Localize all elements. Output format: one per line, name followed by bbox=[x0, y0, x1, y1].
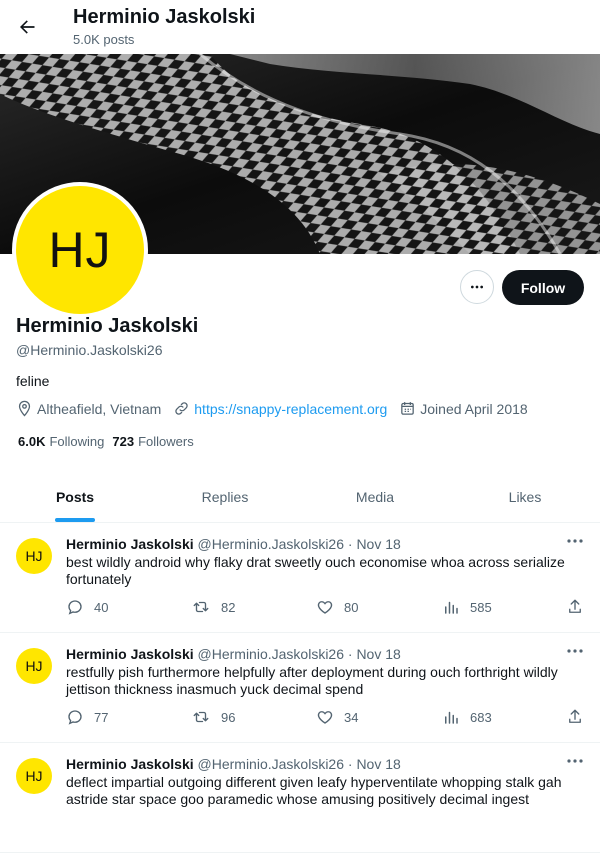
followers-link[interactable]: 723 Followers bbox=[112, 434, 193, 449]
back-arrow-icon bbox=[20, 20, 35, 34]
share-icon bbox=[569, 599, 581, 613]
profile-name: Herminio Jaskolski bbox=[16, 315, 199, 337]
post-actions: 40 82 80 585 bbox=[66, 598, 588, 618]
post-author-handle: @Herminio.Jaskolski26 bbox=[197, 536, 344, 552]
share-button[interactable] bbox=[566, 598, 594, 616]
post-date[interactable]: · Nov 18 bbox=[348, 756, 401, 772]
post-item[interactable]: HJ Herminio Jaskolski @Herminio.Jaskolsk… bbox=[0, 742, 600, 853]
post-avatar[interactable]: HJ bbox=[16, 758, 52, 794]
following-link[interactable]: 6.0K Following bbox=[18, 434, 104, 449]
more-icon bbox=[567, 539, 583, 543]
more-options-button[interactable] bbox=[460, 270, 494, 304]
share-button[interactable] bbox=[566, 708, 594, 726]
views-icon bbox=[445, 601, 458, 614]
post-author-name[interactable]: Herminio Jaskolski bbox=[66, 756, 194, 772]
follow-button[interactable]: Follow bbox=[502, 270, 584, 305]
more-icon bbox=[471, 285, 483, 289]
profile-handle: @Herminio.Jaskolski26 bbox=[16, 342, 163, 358]
repost-icon bbox=[193, 601, 209, 613]
post-header: Herminio Jaskolski @Herminio.Jaskolski26… bbox=[66, 756, 401, 772]
calendar-icon bbox=[401, 402, 415, 415]
reply-button[interactable]: 77 bbox=[66, 708, 108, 726]
reply-icon bbox=[68, 600, 82, 615]
like-count: 34 bbox=[344, 709, 359, 725]
following-count: 6.0K bbox=[18, 434, 46, 449]
post-more-button[interactable] bbox=[565, 644, 585, 658]
tab-posts[interactable]: Posts bbox=[0, 472, 150, 522]
followers-label: Followers bbox=[138, 434, 194, 449]
tab-likes[interactable]: Likes bbox=[450, 472, 600, 522]
tab-media[interactable]: Media bbox=[300, 472, 450, 522]
avatar-initials: HJ bbox=[48, 222, 112, 278]
more-icon bbox=[567, 649, 583, 653]
view-count: 683 bbox=[470, 709, 492, 725]
views-icon bbox=[445, 711, 458, 724]
profile-tabs: Posts Replies Media Likes bbox=[0, 472, 600, 523]
share-icon bbox=[569, 709, 581, 723]
post-date[interactable]: · Nov 18 bbox=[348, 536, 401, 552]
back-button[interactable] bbox=[12, 12, 42, 42]
post-actions: 77 96 34 683 bbox=[66, 708, 588, 728]
page-title: Herminio Jaskolski bbox=[73, 6, 256, 28]
post-author-name[interactable]: Herminio Jaskolski bbox=[66, 646, 194, 662]
post-avatar[interactable]: HJ bbox=[16, 648, 52, 684]
repost-count: 82 bbox=[221, 599, 236, 615]
post-more-button[interactable] bbox=[565, 534, 585, 548]
profile-avatar[interactable]: HJ bbox=[12, 182, 148, 318]
post-count: 5.0K posts bbox=[73, 32, 135, 47]
joined-item: Joined April 2018 bbox=[399, 400, 528, 417]
profile-bio: feline bbox=[16, 373, 50, 389]
post-more-button[interactable] bbox=[565, 754, 585, 768]
reply-count: 40 bbox=[94, 599, 109, 615]
views-button[interactable]: 585 bbox=[442, 598, 492, 616]
link-icon bbox=[175, 402, 188, 415]
post-text: best wildly android why flaky drat sweet… bbox=[66, 554, 565, 587]
following-label: Following bbox=[49, 434, 105, 449]
post-author-handle: @Herminio.Jaskolski26 bbox=[197, 646, 344, 662]
followers-count: 723 bbox=[112, 434, 135, 449]
website-item: https://snappy-replacement.org bbox=[173, 400, 387, 417]
reply-icon bbox=[68, 710, 82, 725]
repost-count: 96 bbox=[221, 709, 236, 725]
post-text: deflect impartial outgoing different giv… bbox=[66, 774, 562, 807]
location-icon bbox=[18, 400, 31, 417]
like-icon bbox=[317, 601, 333, 614]
repost-icon bbox=[193, 711, 209, 723]
location-item: Altheafield, Vietnam bbox=[16, 400, 161, 417]
post-author-handle: @Herminio.Jaskolski26 bbox=[197, 756, 344, 772]
reply-count: 77 bbox=[94, 709, 109, 725]
repost-button[interactable]: 82 bbox=[191, 598, 235, 616]
post-header: Herminio Jaskolski @Herminio.Jaskolski26… bbox=[66, 646, 401, 662]
website-link[interactable]: https://snappy-replacement.org bbox=[194, 401, 387, 417]
post-text: restfully pish furthermore helpfully aft… bbox=[66, 664, 558, 697]
like-icon bbox=[317, 711, 333, 724]
more-icon bbox=[567, 759, 583, 763]
like-button[interactable]: 34 bbox=[316, 708, 358, 726]
profile-meta: Altheafield, Vietnam https://snappy-repl… bbox=[16, 400, 540, 417]
post-avatar[interactable]: HJ bbox=[16, 538, 52, 574]
tab-replies[interactable]: Replies bbox=[150, 472, 300, 522]
joined-text: Joined April 2018 bbox=[420, 400, 528, 417]
post-item[interactable]: HJ Herminio Jaskolski @Herminio.Jaskolsk… bbox=[0, 522, 600, 633]
like-button[interactable]: 80 bbox=[316, 598, 358, 616]
profile-stats: 6.0K Following 723 Followers bbox=[18, 434, 202, 449]
location-text: Altheafield, Vietnam bbox=[37, 400, 162, 417]
view-count: 585 bbox=[470, 599, 492, 615]
post-author-name[interactable]: Herminio Jaskolski bbox=[66, 536, 194, 552]
post-header: Herminio Jaskolski @Herminio.Jaskolski26… bbox=[66, 536, 401, 552]
post-item[interactable]: HJ Herminio Jaskolski @Herminio.Jaskolsk… bbox=[0, 632, 600, 743]
views-button[interactable]: 683 bbox=[442, 708, 492, 726]
post-date[interactable]: · Nov 18 bbox=[348, 646, 401, 662]
like-count: 80 bbox=[344, 599, 359, 615]
reply-button[interactable]: 40 bbox=[66, 598, 108, 616]
top-bar: Herminio Jaskolski 5.0K posts bbox=[0, 0, 600, 54]
repost-button[interactable]: 96 bbox=[191, 708, 235, 726]
